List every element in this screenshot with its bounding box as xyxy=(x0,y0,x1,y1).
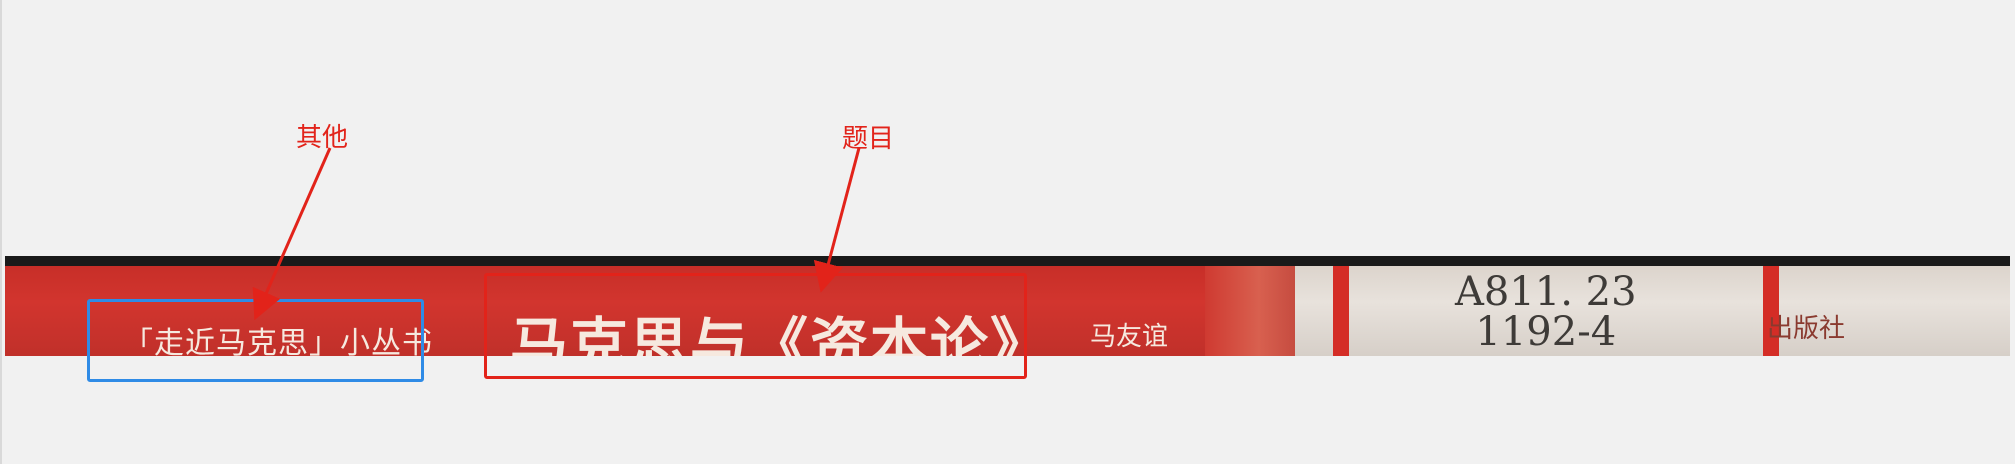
annotation-label-title: 题目 xyxy=(842,124,895,154)
call-number-line-1: A811. 23 xyxy=(1455,269,1637,315)
window-edge xyxy=(0,0,2,464)
call-number-line-2: 1192-4 xyxy=(1475,309,1617,355)
annotation-box-other xyxy=(87,299,424,382)
spine-red-stripe xyxy=(1333,266,1349,356)
call-number: A811. 23 1192-4 xyxy=(1455,272,1637,352)
annotated-image-canvas: 「走近马克思」小丛书 马克思与《资本论》 马友谊 A811. 23 1192-4… xyxy=(0,0,2015,464)
annotation-box-title xyxy=(484,273,1027,379)
annotation-label-other: 其他 xyxy=(296,123,349,153)
spine-publisher-text: 出版社 xyxy=(1767,314,1846,344)
spine-worn-area xyxy=(1205,266,1295,356)
annotation-arrows xyxy=(252,147,861,321)
spine-author-text: 马友谊 xyxy=(1090,322,1169,352)
